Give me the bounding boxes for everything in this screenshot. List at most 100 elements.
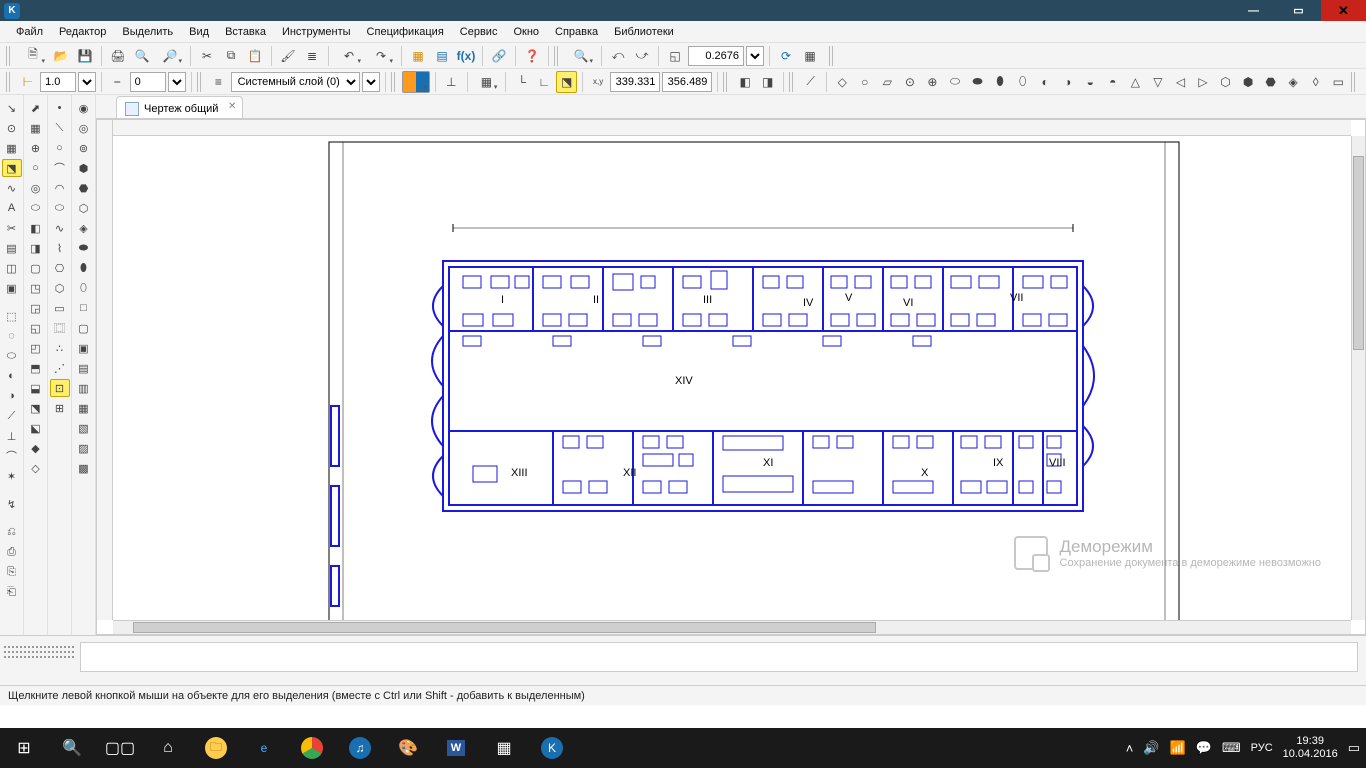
settings-button[interactable]: ⌂ (144, 728, 192, 768)
coord-x-input[interactable] (610, 72, 660, 92)
vtool[interactable]: ✂ (2, 219, 22, 237)
t9-button[interactable]: ⬮ (990, 71, 1011, 93)
t2-button[interactable]: ◇ (832, 71, 853, 93)
layer-dd[interactable] (362, 72, 380, 92)
vtool[interactable]: ⬡ (74, 199, 94, 217)
t22-button[interactable]: ◈ (1283, 71, 1304, 93)
toolbar-grip[interactable] (723, 72, 729, 92)
vtool[interactable]: ⎘ (2, 563, 22, 581)
toolbar-grip[interactable] (829, 46, 835, 66)
vtool[interactable]: ⬢ (74, 159, 94, 177)
vtool[interactable]: ▩ (74, 459, 94, 477)
vtool[interactable]: ⊕ (26, 139, 46, 157)
vtool[interactable]: ▢ (26, 259, 46, 277)
vtool[interactable]: ⊡ (50, 379, 70, 397)
edge-button[interactable]: e (240, 728, 288, 768)
tray-chevron-icon[interactable]: ˄ (1126, 741, 1134, 756)
tray-network-icon[interactable]: 📶 (1169, 740, 1185, 756)
t13-button[interactable]: ◒ (1080, 71, 1101, 93)
toolbar-grip[interactable] (554, 46, 560, 66)
zoom-select[interactable] (746, 46, 764, 66)
color-button[interactable] (402, 71, 430, 93)
menu-tools[interactable]: Инструменты (274, 24, 359, 40)
close-button[interactable]: ✕ (1321, 0, 1366, 21)
vtool[interactable]: ▭ (50, 299, 70, 317)
vtool[interactable]: ◎ (74, 119, 94, 137)
taskview-button[interactable]: ▢▢ (96, 728, 144, 768)
menu-libraries[interactable]: Библиотеки (606, 24, 682, 40)
vtool[interactable]: ◱ (26, 319, 46, 337)
toolbar-grip[interactable] (6, 72, 12, 92)
menu-editor[interactable]: Редактор (51, 24, 114, 40)
zoom-input[interactable] (688, 46, 744, 66)
vtool[interactable]: ⬔ (26, 399, 46, 417)
start-button[interactable]: ⊞ (0, 728, 48, 768)
vtool[interactable]: ∴ (50, 339, 70, 357)
ortho-button[interactable]: └ (511, 71, 532, 93)
coord-y-input[interactable] (662, 72, 712, 92)
t8-button[interactable]: ⬬ (967, 71, 988, 93)
vtool[interactable]: ◠ (50, 179, 70, 197)
vtool[interactable]: ⬓ (26, 379, 46, 397)
menu-spec[interactable]: Спецификация (359, 24, 452, 40)
vtool[interactable]: ⌇ (50, 239, 70, 257)
vtool[interactable]: ⬔ (2, 159, 22, 177)
vtool[interactable]: ⬣ (74, 179, 94, 197)
paint-button[interactable]: 🎨 (384, 728, 432, 768)
t16-button[interactable]: ▽ (1148, 71, 1169, 93)
vtool[interactable]: ⎌ (2, 523, 22, 541)
preview-dd-button[interactable]: 🔎 (155, 45, 185, 67)
vtool[interactable]: ⌒ (2, 447, 22, 465)
t21-button[interactable]: ⬣ (1260, 71, 1281, 93)
zoom-in-button[interactable]: 🔍 (566, 45, 596, 67)
view-mgr-button[interactable]: ▦ (799, 45, 821, 67)
vtool[interactable]: • (50, 99, 70, 117)
toolbar-grip[interactable] (6, 46, 12, 66)
vtool[interactable]: ◐ (2, 367, 22, 385)
vtool[interactable]: ⬒ (26, 359, 46, 377)
t10-button[interactable]: ⬯ (1012, 71, 1033, 93)
kompas-button[interactable]: K (528, 728, 576, 768)
menu-help[interactable]: Справка (547, 24, 606, 40)
refresh-button[interactable]: ⟳ (775, 45, 797, 67)
tray-notifications-icon[interactable]: ▭ (1348, 740, 1360, 756)
vtool[interactable]: ▤ (2, 239, 22, 257)
toolbar-grip[interactable] (789, 72, 795, 92)
format-button[interactable]: 🖌 (277, 45, 299, 67)
calc-button[interactable]: ▦ (480, 728, 528, 768)
app1-button[interactable]: ♫ (336, 728, 384, 768)
vtool[interactable]: ▢ (74, 319, 94, 337)
explorer-button[interactable]: 🗀 (192, 728, 240, 768)
manager-button[interactable]: ▦ (407, 45, 429, 67)
vtool[interactable]: ▦ (26, 119, 46, 137)
menu-insert[interactable]: Вставка (217, 24, 274, 40)
drawing-viewport[interactable]: I II III IV V VI VII VIII IX X XI XII XI… (113, 136, 1351, 620)
vtool[interactable]: ◫ (2, 259, 22, 277)
vtool[interactable]: ⊚ (74, 139, 94, 157)
command-input-area[interactable] (80, 642, 1358, 672)
vtool[interactable]: ▦ (2, 139, 22, 157)
t7-button[interactable]: ⬭ (945, 71, 966, 93)
vtool[interactable]: ⬭ (2, 347, 22, 365)
mode1-button[interactable]: ◧ (735, 71, 756, 93)
zoom-prev-button[interactable]: ⤺ (607, 45, 629, 67)
vtool[interactable]: ⋰ (50, 359, 70, 377)
zoom-window-button[interactable]: ◱ (664, 45, 686, 67)
panel-grip[interactable] (4, 642, 74, 682)
tray-action-icon[interactable]: 💬 (1196, 740, 1212, 756)
properties-button[interactable]: ≣ (301, 45, 323, 67)
tab-close-icon[interactable]: ✕ (228, 101, 236, 112)
t20-button[interactable]: ⬢ (1238, 71, 1259, 93)
toolbar-grip[interactable] (391, 72, 397, 92)
vtool[interactable]: ⌒ (50, 159, 70, 177)
t23-button[interactable]: ◊ (1305, 71, 1326, 93)
vtool[interactable]: ⬕ (26, 419, 46, 437)
t1-button[interactable]: ⟋ (800, 71, 821, 93)
maximize-button[interactable]: ▭ (1276, 0, 1321, 21)
style-button[interactable]: ⎯ (107, 71, 128, 93)
snap-angle-button[interactable]: ∟ (534, 71, 555, 93)
toolbar-grip[interactable] (1351, 72, 1357, 92)
vtool[interactable]: ▣ (74, 339, 94, 357)
cut-button[interactable]: ✂ (196, 45, 218, 67)
vtool[interactable]: ⿴ (50, 319, 70, 337)
